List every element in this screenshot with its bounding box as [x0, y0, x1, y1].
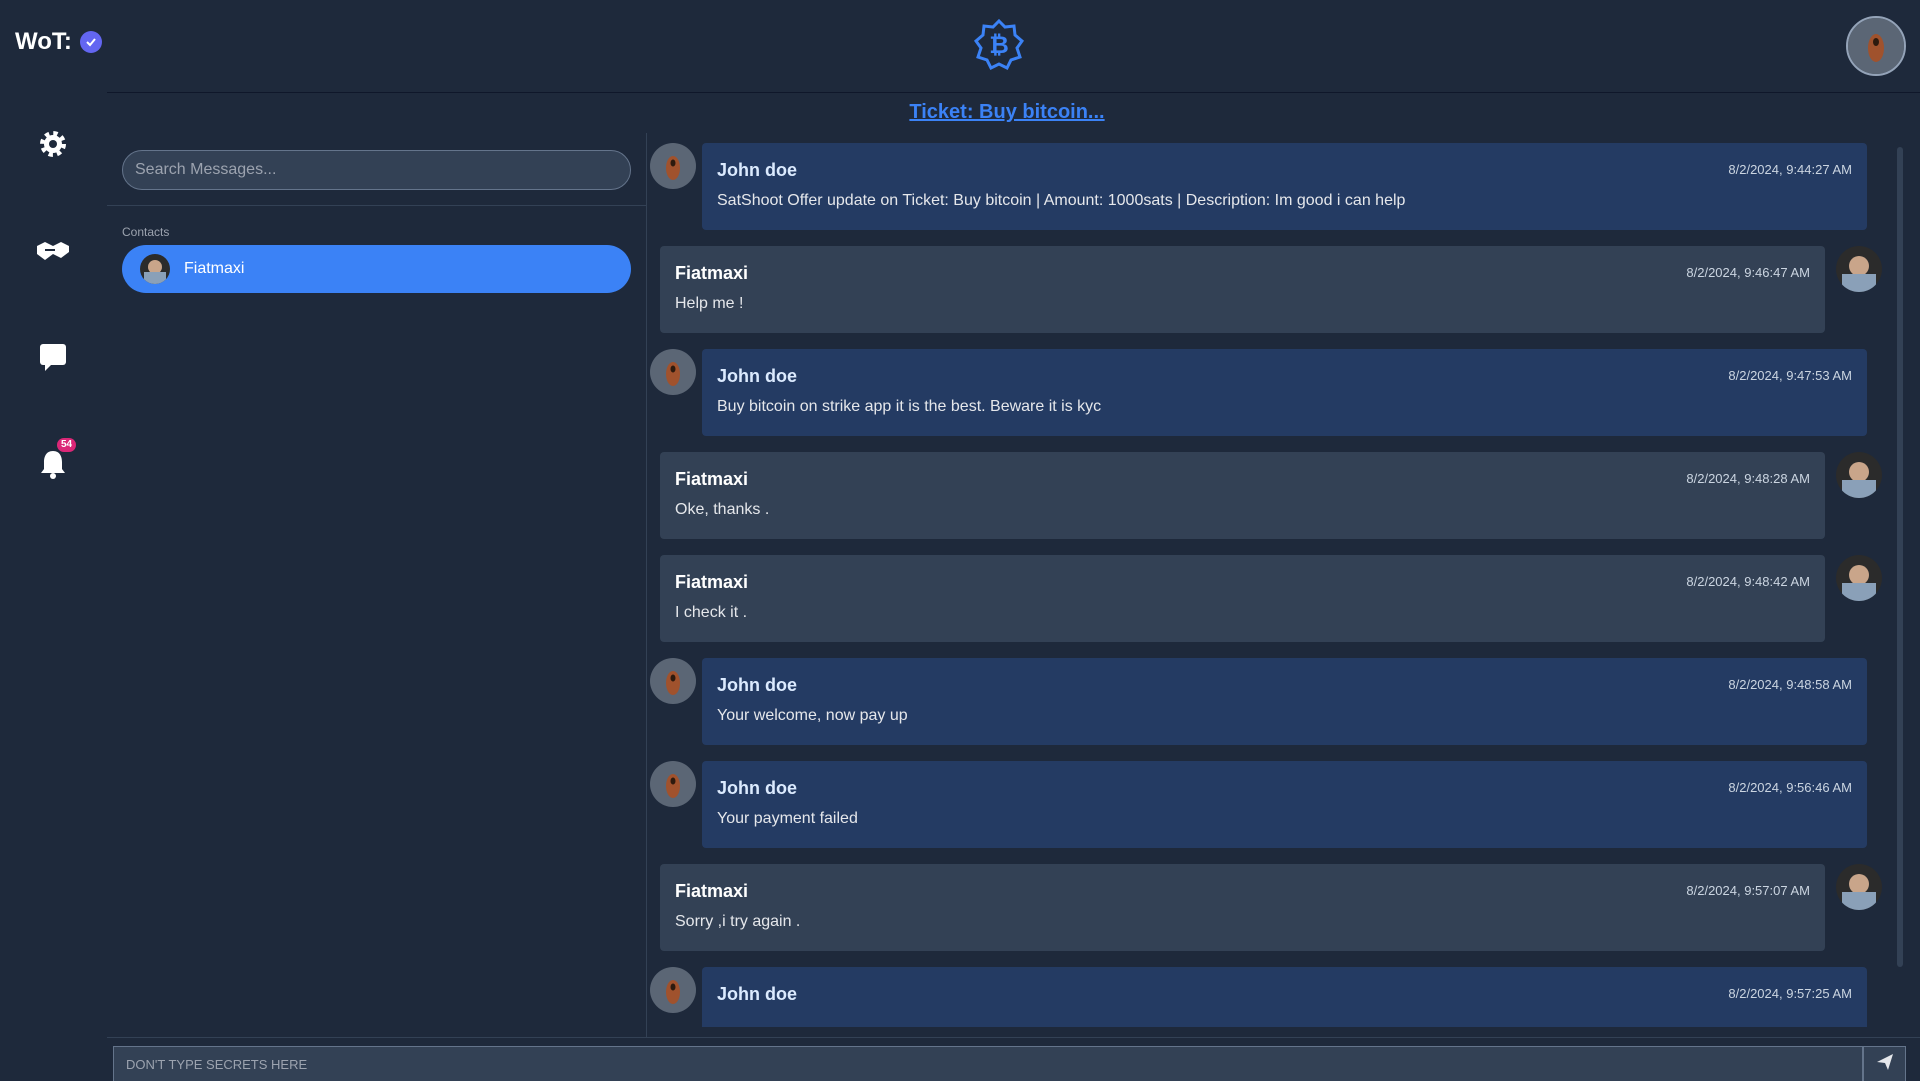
- search-messages-input[interactable]: [122, 150, 631, 190]
- message-bubble: John doe 8/2/2024, 9:47:53 AM Buy bitcoi…: [702, 349, 1867, 436]
- message-text: Sorry ,i try again .: [675, 913, 801, 930]
- message-text: Help me !: [675, 295, 744, 312]
- message-timestamp: 8/2/2024, 9:48:58 AM: [1728, 677, 1852, 692]
- message-list: John doe 8/2/2024, 9:44:27 AM SatShoot O…: [648, 133, 1900, 1027]
- sender-avatar: [1836, 452, 1882, 498]
- chat-panel: Ticket: Buy bitcoin... Contacts Fiatmaxi…: [107, 92, 1920, 1080]
- message-bubble: Fiatmaxi 8/2/2024, 9:57:07 AM Sorry ,i t…: [660, 864, 1825, 951]
- sidebar: 54: [0, 91, 106, 1080]
- sender-avatar: [650, 658, 696, 704]
- messages-chat-icon[interactable]: [33, 337, 73, 377]
- message-text: Your payment failed: [717, 810, 858, 827]
- message-timestamp: 8/2/2024, 9:57:25 AM: [1728, 986, 1852, 1001]
- handshake-icon[interactable]: [33, 231, 73, 271]
- scrollbar-thumb[interactable]: [1897, 147, 1903, 967]
- send-button[interactable]: [1863, 1046, 1906, 1081]
- message-sender: John doe: [717, 366, 797, 386]
- message-bubble: Fiatmaxi 8/2/2024, 9:46:47 AM Help me !: [660, 246, 1825, 333]
- user-avatar[interactable]: [1846, 16, 1906, 76]
- message-text: Oke, thanks .: [675, 501, 770, 518]
- wot-label: WoT:: [15, 28, 72, 55]
- send-icon: [1876, 1053, 1894, 1076]
- notification-badge: 54: [57, 438, 77, 452]
- message-timestamp: 8/2/2024, 9:57:07 AM: [1686, 883, 1810, 898]
- message-sender: John doe: [717, 160, 797, 180]
- notifications-bell-icon[interactable]: 54: [33, 438, 77, 484]
- message-sender: Fiatmaxi: [675, 469, 749, 489]
- message-composer: [107, 1037, 1920, 1081]
- top-bar: WoT: ₿: [0, 0, 1920, 91]
- wot-status[interactable]: WoT:: [15, 28, 102, 56]
- contacts-column: Contacts Fiatmaxi: [107, 133, 647, 1039]
- sender-avatar: [650, 349, 696, 395]
- contact-avatar: [140, 254, 170, 284]
- svg-text:₿: ₿: [989, 32, 1009, 59]
- message-bubble: John doe 8/2/2024, 9:44:27 AM SatShoot O…: [702, 143, 1867, 230]
- message-bubble: Fiatmaxi 8/2/2024, 9:48:42 AM I check it…: [660, 555, 1825, 642]
- satshoot-logo[interactable]: ₿: [972, 18, 1026, 72]
- message-bubble: John doe 8/2/2024, 9:57:25 AM: [702, 967, 1867, 1027]
- message-sender: John doe: [717, 984, 797, 1004]
- divider: [107, 205, 647, 206]
- message-scrollbar[interactable]: [1895, 139, 1905, 1025]
- message-sender: Fiatmaxi: [675, 881, 749, 901]
- message-timestamp: 8/2/2024, 9:56:46 AM: [1728, 780, 1852, 795]
- sender-avatar: [1836, 246, 1882, 292]
- settings-gear-icon[interactable]: [33, 124, 73, 164]
- sender-avatar: [650, 143, 696, 189]
- message-sender: John doe: [717, 778, 797, 798]
- sender-avatar: [650, 761, 696, 807]
- message-bubble: John doe 8/2/2024, 9:48:58 AM Your welco…: [702, 658, 1867, 745]
- verified-check-icon: [79, 31, 102, 53]
- message-text: SatShoot Offer update on Ticket: Buy bit…: [717, 192, 1406, 209]
- message-bubble: John doe 8/2/2024, 9:56:46 AM Your payme…: [702, 761, 1867, 848]
- message-bubble: Fiatmaxi 8/2/2024, 9:48:28 AM Oke, thank…: [660, 452, 1825, 539]
- sender-avatar: [1836, 555, 1882, 601]
- sender-avatar: [1836, 864, 1882, 910]
- ticket-title-link[interactable]: Ticket: Buy bitcoin...: [107, 101, 1907, 124]
- message-timestamp: 8/2/2024, 9:44:27 AM: [1728, 162, 1852, 177]
- contact-item-fiatmaxi[interactable]: Fiatmaxi: [122, 245, 631, 293]
- contact-name: Fiatmaxi: [184, 260, 245, 277]
- message-timestamp: 8/2/2024, 9:47:53 AM: [1728, 368, 1852, 383]
- message-sender: Fiatmaxi: [675, 572, 749, 592]
- message-text: Your welcome, now pay up: [717, 707, 908, 724]
- message-timestamp: 8/2/2024, 9:48:42 AM: [1686, 574, 1810, 589]
- message-text: I check it .: [675, 604, 748, 621]
- message-input[interactable]: [113, 1046, 1863, 1081]
- contacts-heading: Contacts: [122, 225, 170, 239]
- message-text: Buy bitcoin on strike app it is the best…: [717, 398, 1102, 415]
- message-sender: Fiatmaxi: [675, 263, 749, 283]
- message-timestamp: 8/2/2024, 9:48:28 AM: [1686, 471, 1810, 486]
- message-sender: John doe: [717, 675, 797, 695]
- message-timestamp: 8/2/2024, 9:46:47 AM: [1686, 265, 1810, 280]
- sender-avatar: [650, 967, 696, 1013]
